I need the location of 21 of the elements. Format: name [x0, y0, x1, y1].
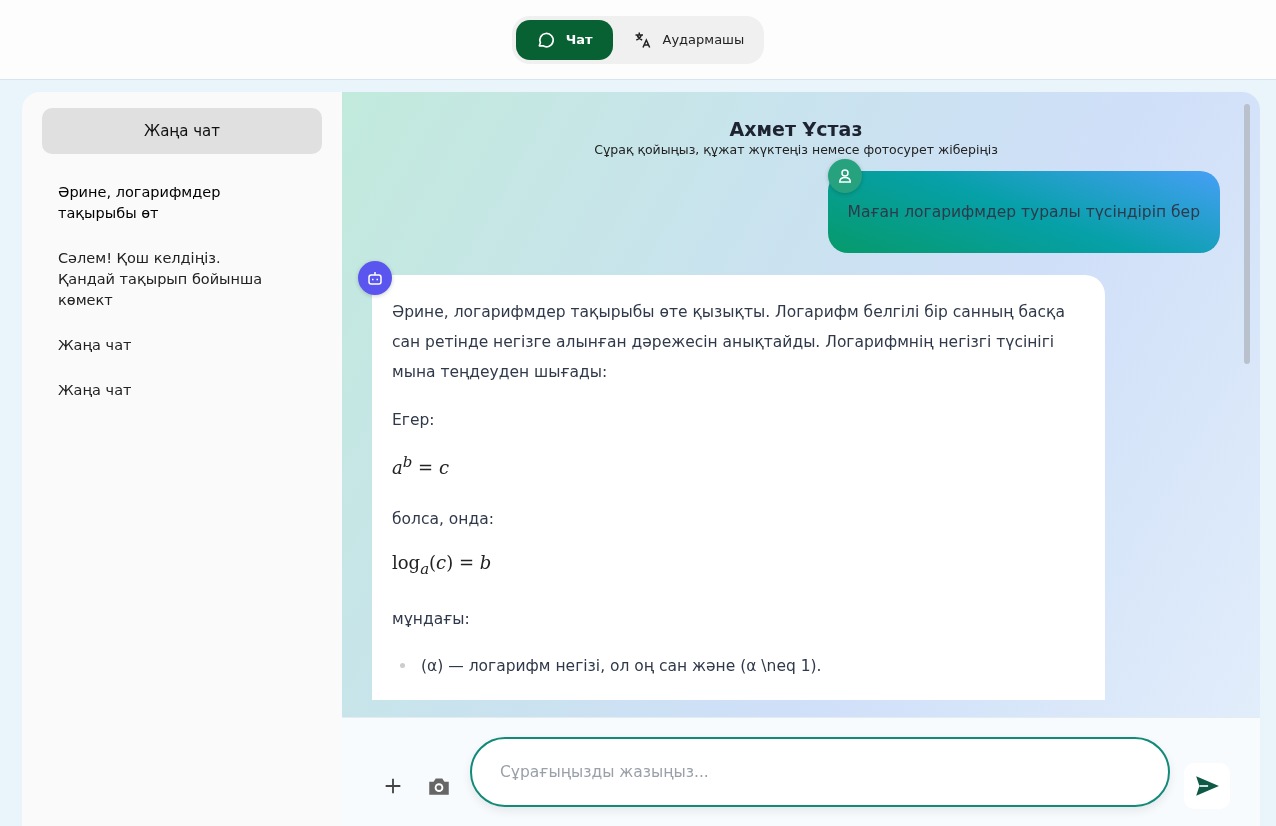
chat-history-item[interactable]: Сәлем! Қош келдіңіз. Қандай тақырып бойынша көмект	[42, 238, 322, 325]
list-item-text: (α) — логарифм негізі, ол оң сан және (α \neq 1).	[421, 655, 822, 677]
message-text: Әрине, логарифмдер тақырыбы өте қызықты. Логарифм белгілі бір санның басқа сан ретінде негізге алынған дәрежесін анықтайды. Логарифмнің негізгі түсінігі мына теңдеуден шығады:	[392, 302, 1066, 383]
chat-history-item[interactable]: Жаңа чат	[42, 325, 322, 370]
message-input[interactable]: Сұрағыңызды жазыңыз...	[470, 737, 1170, 807]
scrollbar[interactable]	[1244, 104, 1250, 364]
message-text: болса, онда:	[392, 509, 495, 530]
new-chat-button[interactable]: Жаңа чат	[42, 108, 322, 154]
message-text: Егер:	[392, 410, 436, 431]
user-avatar-icon	[828, 159, 862, 193]
message-text: Маған логарифмдер туралы түсіндіріп бер	[847, 202, 1200, 223]
chat-subtitle: Сұрақ қойыңыз, құжат жүктеңіз немесе фотосурет жіберіңіз	[593, 142, 999, 157]
math-formula: a$^{b}$ = c	[392, 453, 450, 478]
mode-tab[interactable]: Чат	[515, 19, 613, 60]
chat-title: Ахмет Ұстаз	[728, 118, 864, 140]
message-text: мұндағы:	[392, 608, 471, 630]
bullet-icon	[400, 663, 405, 669]
math-formula: log$_{a}$(c) = b	[392, 552, 493, 578]
mode-tab[interactable]: Аудармашы	[616, 19, 761, 60]
chat-history-item[interactable]: Жаңа чат	[42, 370, 322, 415]
send-icon[interactable]	[1184, 763, 1230, 809]
